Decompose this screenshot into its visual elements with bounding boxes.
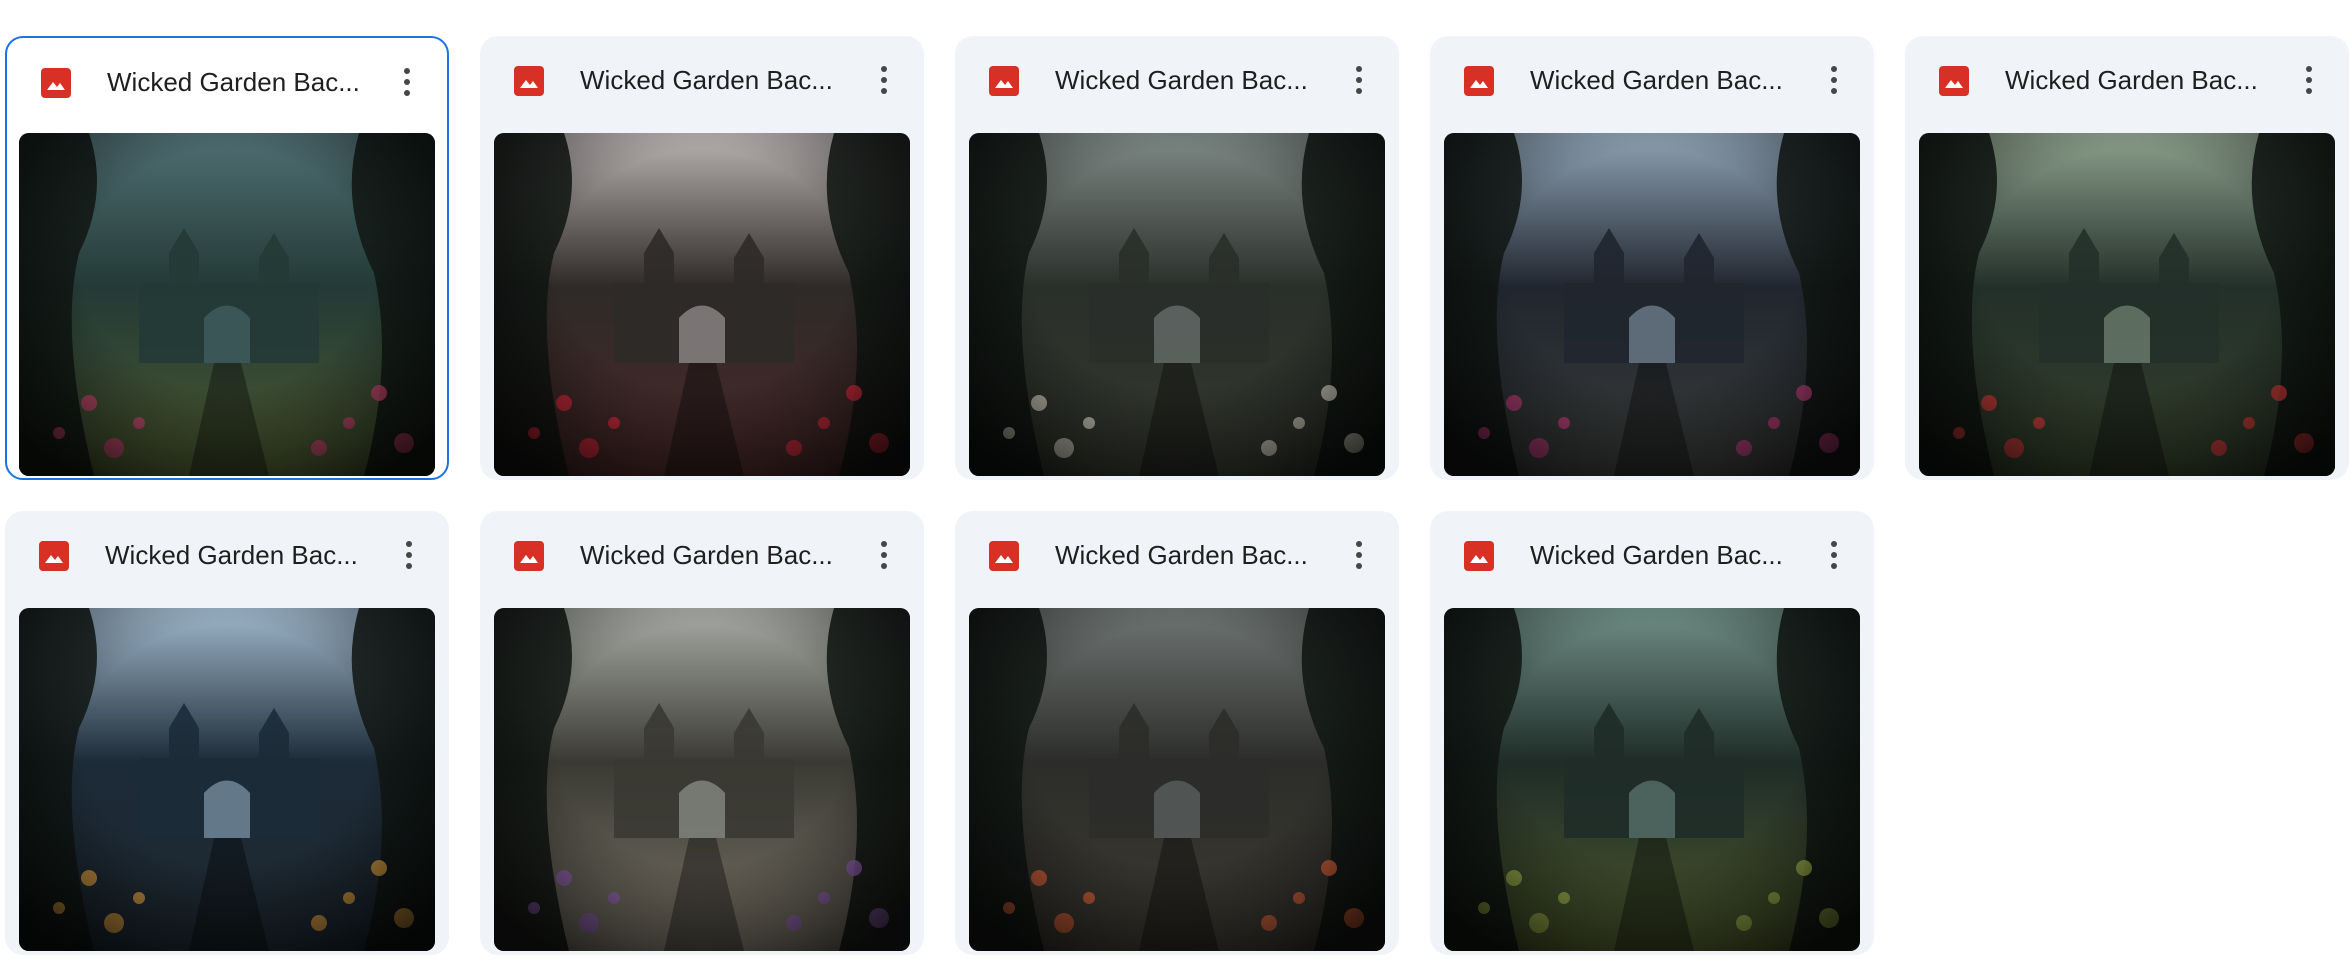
image-file-icon (514, 541, 544, 571)
more-vert-icon[interactable] (1339, 58, 1379, 102)
file-name: Wicked Garden Bac... (105, 540, 358, 570)
file-card[interactable]: Wicked Garden Bac... (5, 36, 449, 480)
file-name: Wicked Garden Bac... (1055, 540, 1308, 570)
file-name: Wicked Garden Bac... (580, 540, 833, 570)
file-card-header: Wicked Garden Bac... (7, 38, 447, 124)
file-card[interactable]: Wicked Garden Bac... (1430, 36, 1874, 480)
file-card[interactable]: Wicked Garden Bac... (480, 36, 924, 480)
file-card[interactable]: Wicked Garden Bac... (5, 511, 449, 955)
file-name: Wicked Garden Bac... (1055, 65, 1308, 95)
file-card-header: Wicked Garden Bac... (5, 511, 449, 597)
file-card-header: Wicked Garden Bac... (955, 36, 1399, 122)
wicked-garden-ruins-thumbnail[interactable] (969, 133, 1385, 476)
more-vert-icon[interactable] (864, 533, 904, 577)
wicked-garden-lake-castle-thumbnail[interactable] (19, 608, 435, 951)
more-vert-icon[interactable] (1814, 58, 1854, 102)
wicked-garden-castle-moon-thumbnail[interactable] (1444, 133, 1860, 476)
file-name: Wicked Garden Bac... (107, 67, 360, 97)
more-vert-icon[interactable] (387, 60, 427, 104)
image-file-icon (39, 541, 69, 571)
more-vert-icon[interactable] (1814, 533, 1854, 577)
image-file-icon (1464, 541, 1494, 571)
wicked-garden-stairs-thumbnail[interactable] (969, 608, 1385, 951)
file-card-header: Wicked Garden Bac... (1430, 36, 1874, 122)
file-card[interactable]: Wicked Garden Bac... (1430, 511, 1874, 955)
file-card-header: Wicked Garden Bac... (480, 36, 924, 122)
file-card[interactable]: Wicked Garden Bac... (955, 36, 1399, 480)
file-card[interactable]: Wicked Garden Bac... (1905, 36, 2349, 480)
more-vert-icon[interactable] (1339, 533, 1379, 577)
file-card-header: Wicked Garden Bac... (1905, 36, 2349, 122)
more-vert-icon[interactable] (864, 58, 904, 102)
file-name: Wicked Garden Bac... (580, 65, 833, 95)
image-file-icon (1939, 66, 1969, 96)
file-card-header: Wicked Garden Bac... (480, 511, 924, 597)
file-name: Wicked Garden Bac... (2005, 65, 2258, 95)
wicked-garden-mist-thumbnail[interactable] (1444, 608, 1860, 951)
wicked-garden-arch-thumbnail[interactable] (494, 133, 910, 476)
file-name: Wicked Garden Bac... (1530, 540, 1783, 570)
wicked-garden-gate-thumbnail[interactable] (19, 133, 435, 476)
image-file-icon (514, 66, 544, 96)
file-card-header: Wicked Garden Bac... (955, 511, 1399, 597)
image-file-icon (989, 541, 1019, 571)
image-file-icon (41, 68, 71, 98)
more-vert-icon[interactable] (2289, 58, 2329, 102)
wicked-garden-path-thumbnail[interactable] (494, 608, 910, 951)
image-file-icon (989, 66, 1019, 96)
file-name: Wicked Garden Bac... (1530, 65, 1783, 95)
wicked-garden-pavilion-thumbnail[interactable] (1919, 133, 2335, 476)
more-vert-icon[interactable] (389, 533, 429, 577)
file-card-header: Wicked Garden Bac... (1430, 511, 1874, 597)
file-card[interactable]: Wicked Garden Bac... (955, 511, 1399, 955)
image-file-icon (1464, 66, 1494, 96)
file-grid: Wicked Garden Bac... Wicked Garden Bac...… (0, 0, 2350, 972)
file-card[interactable]: Wicked Garden Bac... (480, 511, 924, 955)
